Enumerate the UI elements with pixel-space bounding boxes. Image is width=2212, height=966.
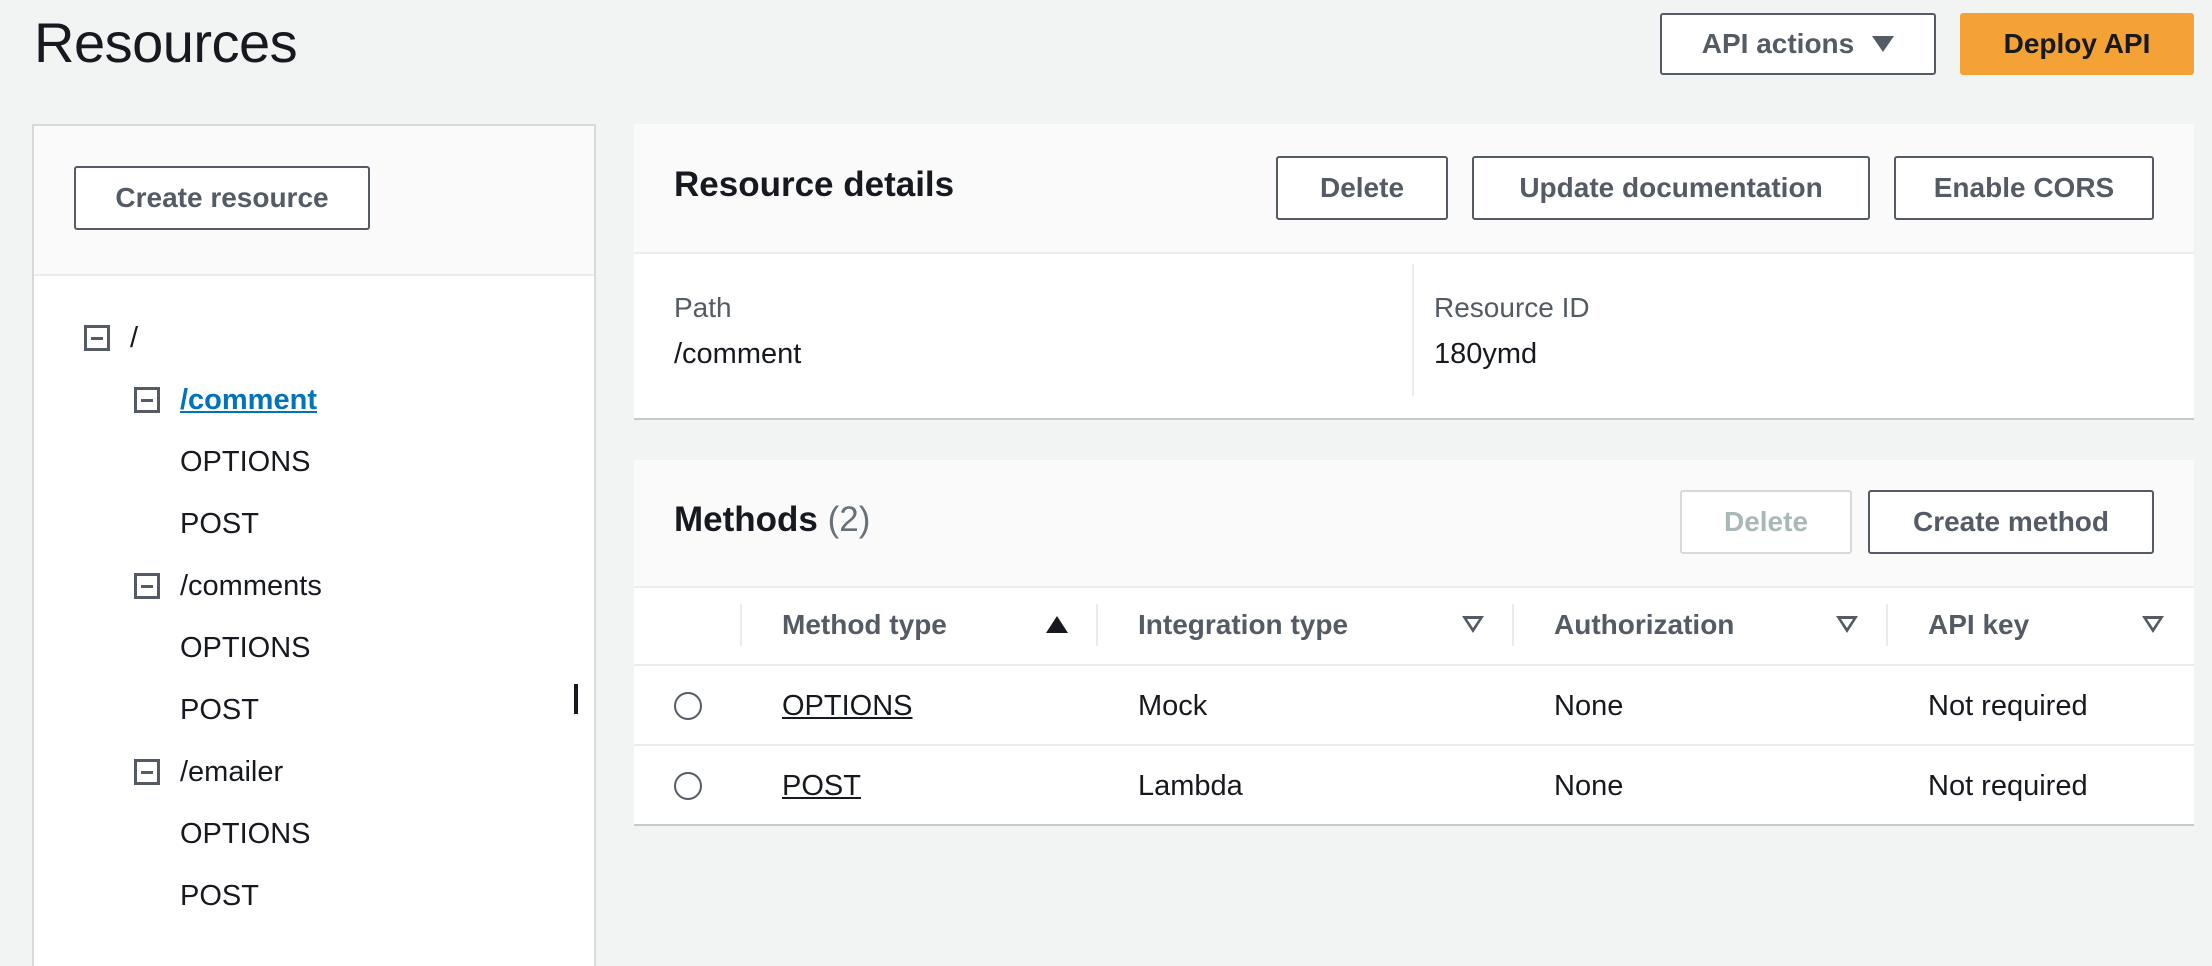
- delete-label: Delete: [1723, 506, 1809, 537]
- column-divider: [1096, 604, 1098, 646]
- method-link[interactable]: POST: [782, 770, 861, 803]
- integration-type-cell: Lambda: [1138, 770, 1243, 802]
- column-header-label: Integration type: [1138, 609, 1349, 640]
- sort-icon[interactable]: [1836, 616, 1858, 633]
- resource-tree-panel: Create resource / /comment OPTIONS POST …: [32, 124, 596, 966]
- api-actions-label: API actions: [1701, 28, 1855, 59]
- create-resource-label: Create resource: [115, 182, 329, 213]
- column-header-authorization[interactable]: Authorization: [1554, 586, 1734, 664]
- column-divider: [1512, 604, 1514, 646]
- methods-header: Methods (2) Delete Create method: [634, 460, 2194, 588]
- collapse-icon[interactable]: [84, 325, 110, 351]
- authorization-cell: None: [1554, 770, 1624, 802]
- tree-method-options[interactable]: OPTIONS: [180, 442, 311, 482]
- column-header-label: API key: [1928, 609, 2030, 640]
- resource-id-label: Resource ID: [1434, 292, 1590, 323]
- column-header-api-key[interactable]: API key: [1928, 586, 2029, 664]
- tree-method-post[interactable]: POST: [180, 504, 259, 544]
- deploy-api-label: Deploy API: [2003, 28, 2151, 59]
- tree-item-root[interactable]: /: [84, 318, 138, 358]
- methods-title: Methods (2): [674, 500, 870, 540]
- tree-item-label[interactable]: /comment: [180, 384, 317, 417]
- path-value: /comment: [674, 338, 802, 370]
- row-select-radio[interactable]: [674, 772, 702, 800]
- deploy-api-button[interactable]: Deploy API: [1960, 13, 2194, 75]
- delete-resource-button[interactable]: Delete: [1276, 156, 1448, 220]
- tree-item-comment[interactable]: /comment: [134, 380, 317, 420]
- methods-table-header: Method type Integration type Authorizati…: [634, 586, 2194, 666]
- api-key-cell: Not required: [1928, 690, 2088, 722]
- enable-cors-button[interactable]: Enable CORS: [1894, 156, 2154, 220]
- details-divider: [1412, 264, 1414, 396]
- tree-item-comments[interactable]: /comments: [134, 566, 322, 606]
- table-row[interactable]: POST Lambda None Not required: [634, 746, 2194, 826]
- update-documentation-button[interactable]: Update documentation: [1472, 156, 1870, 220]
- tree-item-label: /: [130, 321, 139, 354]
- integration-type-cell: Mock: [1138, 690, 1208, 722]
- methods-title-text: Methods: [674, 500, 818, 539]
- tree-method-post[interactable]: POST: [180, 876, 259, 916]
- api-actions-button[interactable]: API actions: [1660, 13, 1936, 75]
- collapse-icon[interactable]: [134, 387, 160, 413]
- update-documentation-label: Update documentation: [1519, 172, 1823, 203]
- caret-down-icon: [1872, 36, 1895, 52]
- tree-method-options[interactable]: OPTIONS: [180, 628, 311, 668]
- sort-icon[interactable]: [1462, 616, 1484, 633]
- method-link[interactable]: OPTIONS: [782, 690, 913, 723]
- enable-cors-label: Enable CORS: [1933, 172, 2115, 203]
- tree-method-label: POST: [180, 507, 259, 540]
- tree-method-label: OPTIONS: [180, 445, 311, 478]
- authorization-cell: None: [1554, 690, 1624, 722]
- methods-card: Methods (2) Delete Create method Method …: [634, 460, 2194, 824]
- resource-id-value: 180ymd: [1434, 338, 1538, 370]
- create-method-label: Create method: [1912, 506, 2110, 537]
- column-divider: [740, 604, 742, 646]
- sort-ascending-icon[interactable]: [1046, 616, 1068, 633]
- tree-item-label: /emailer: [180, 755, 284, 788]
- column-header-method-type[interactable]: Method type: [782, 586, 947, 664]
- column-header-label: Method type: [782, 609, 947, 640]
- tree-method-label: OPTIONS: [180, 631, 311, 664]
- tree-method-options[interactable]: OPTIONS: [180, 814, 311, 854]
- panel-resize-handle[interactable]: [574, 684, 578, 714]
- tree-method-label: POST: [180, 693, 259, 726]
- create-method-button[interactable]: Create method: [1868, 490, 2154, 554]
- delete-method-button[interactable]: Delete: [1680, 490, 1852, 554]
- tree-item-emailer[interactable]: /emailer: [134, 752, 283, 792]
- resource-details-card: Resource details Delete Update documenta…: [634, 124, 2194, 418]
- column-divider: [1886, 604, 1888, 646]
- resource-tree-header: Create resource: [34, 126, 594, 276]
- tree-method-label: POST: [180, 879, 259, 912]
- row-select-radio[interactable]: [674, 692, 702, 720]
- path-label: Path: [674, 292, 732, 323]
- api-key-cell: Not required: [1928, 770, 2088, 802]
- collapse-icon[interactable]: [134, 573, 160, 599]
- tree-item-label: /comments: [180, 569, 322, 602]
- tree-method-post[interactable]: POST: [180, 690, 259, 730]
- column-header-integration-type[interactable]: Integration type: [1138, 586, 1348, 664]
- column-header-label: Authorization: [1554, 609, 1735, 640]
- collapse-icon[interactable]: [134, 759, 160, 785]
- tree-method-label: OPTIONS: [180, 817, 311, 850]
- resource-details-title: Resource details: [674, 165, 955, 204]
- delete-label: Delete: [1319, 172, 1405, 203]
- table-row[interactable]: OPTIONS Mock None Not required: [634, 666, 2194, 746]
- methods-count: (2): [827, 500, 871, 539]
- sort-icon[interactable]: [2142, 616, 2164, 633]
- resource-details-header: Resource details Delete Update documenta…: [634, 124, 2194, 254]
- page-title: Resources: [34, 11, 298, 74]
- create-resource-button[interactable]: Create resource: [74, 166, 370, 230]
